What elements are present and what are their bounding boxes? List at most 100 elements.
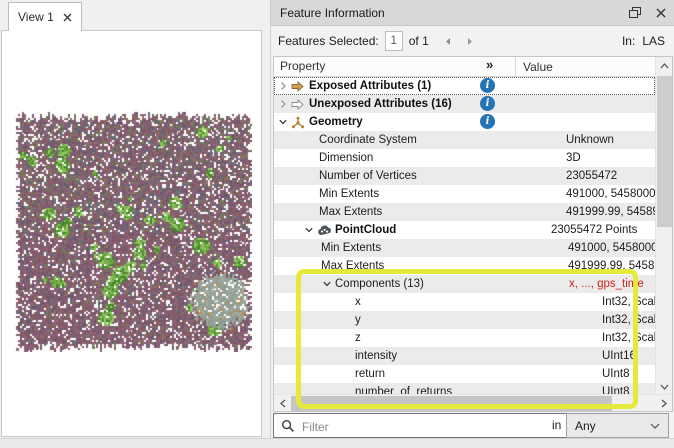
table-row[interactable]: return UInt8	[274, 365, 655, 383]
property-value: Unknown	[560, 131, 655, 149]
table-row[interactable]: Exposed Attributes (1) i	[274, 77, 655, 95]
table-row[interactable]: intensity UInt16	[274, 347, 655, 365]
property-column-header: Property	[280, 59, 325, 73]
property-value: Int32, Scale: 0.01	[596, 329, 655, 347]
feature-information-panel: Feature Information Features Selected: 1…	[270, 0, 674, 438]
table-row[interactable]: Max Extents491999.99, 5458999.99, 4	[274, 257, 655, 275]
horizontal-scrollbar[interactable]	[274, 394, 672, 411]
table-row[interactable]: Components (13)x, ..., gps_time	[274, 275, 655, 293]
scope-select[interactable]: Any	[566, 413, 669, 438]
float-panel-icon[interactable]	[629, 7, 641, 18]
previous-feature-icon[interactable]	[444, 37, 452, 46]
tab-close-icon[interactable]	[63, 13, 72, 22]
property-cell: Components (13)	[274, 275, 563, 293]
next-feature-icon[interactable]	[466, 37, 474, 46]
chevron-expanded-icon[interactable]	[322, 279, 335, 289]
table-row[interactable]: xInt32, Scale: 0.01	[274, 293, 655, 311]
filter-in-label: in	[552, 418, 561, 432]
property-label: z	[355, 332, 361, 344]
chevron-collapsed-icon[interactable]	[278, 81, 291, 91]
property-value: UInt8	[596, 365, 655, 383]
table-row[interactable]: Coordinate SystemUnknown	[274, 131, 655, 149]
table-row[interactable]: Min Extents 491000, 5458000, -13.24	[274, 239, 655, 257]
value-column-header: Value	[515, 57, 553, 76]
property-value: UInt16	[596, 347, 655, 365]
table-row[interactable]: Max Extents 491999.99, 5458999.99, 4	[274, 203, 655, 221]
property-cell: Max Extents	[274, 203, 560, 221]
vertical-scrollbar[interactable]	[655, 57, 672, 395]
view-pane: View 1	[0, 0, 264, 438]
chevron-expanded-icon[interactable]	[304, 225, 317, 235]
property-label: Max Extents	[319, 206, 382, 218]
property-table: Property » Value Exposed Attributes (1) i…	[273, 56, 673, 412]
scope-select-value: Any	[575, 419, 596, 433]
search-icon	[281, 419, 295, 436]
chevron-collapsed-icon[interactable]	[278, 99, 291, 109]
exposed-attributes-icon	[291, 81, 309, 92]
of-total-label: of 1	[409, 34, 429, 48]
chevron-down-icon	[650, 423, 660, 429]
property-cell: z	[274, 329, 596, 347]
property-label: Min Extents	[319, 188, 379, 200]
property-value: 23055472	[560, 167, 655, 185]
table-row[interactable]: Number of Vertices23055472	[274, 167, 655, 185]
tab-view-1[interactable]: View 1	[8, 2, 82, 31]
property-value	[519, 77, 655, 95]
info-icon[interactable]: i	[480, 114, 495, 129]
property-value: 491999.99, 5458999.99, 4	[560, 203, 655, 221]
property-cell: Unexposed Attributes (16) i	[274, 95, 519, 113]
property-value	[519, 95, 655, 113]
view-content[interactable]	[1, 30, 262, 437]
property-value	[519, 113, 655, 131]
property-label: Min Extents	[321, 242, 381, 254]
property-cell: Number of Vertices	[274, 167, 560, 185]
property-cell: Dimension	[274, 149, 560, 167]
property-label: Unexposed Attributes (16)	[309, 98, 452, 110]
property-value: 3D	[560, 149, 655, 167]
property-cell: intensity	[274, 347, 596, 365]
status-strip	[0, 438, 674, 448]
pointcloud-render[interactable]	[14, 110, 252, 352]
table-row[interactable]: Geometryi	[274, 113, 655, 131]
expand-columns-button[interactable]: »	[486, 57, 493, 72]
table-row[interactable]: Dimension 3D	[274, 149, 655, 167]
property-cell: Coordinate System	[274, 131, 560, 149]
table-row[interactable]: PointCloud23055472 Points	[274, 221, 655, 239]
scroll-right-icon[interactable]	[655, 395, 672, 412]
property-cell: PointCloud	[274, 221, 545, 239]
scroll-left-icon[interactable]	[274, 395, 291, 412]
filter-input[interactable]	[300, 415, 574, 438]
property-cell: Geometryi	[274, 113, 519, 131]
panel-title: Feature Information	[280, 6, 385, 20]
vertical-scroll-thumb[interactable]	[657, 76, 672, 227]
close-panel-icon[interactable]	[656, 8, 666, 18]
scroll-down-icon[interactable]	[656, 378, 673, 395]
property-label: Dimension	[319, 152, 373, 164]
property-label: x	[355, 296, 361, 308]
property-value: Int32, Scale: 0.01	[596, 311, 655, 329]
property-cell: y	[274, 311, 596, 329]
horizontal-scroll-thumb[interactable]	[291, 396, 612, 411]
property-value: 491000, 5458000, -13.24	[560, 185, 655, 203]
property-label: Components (13)	[335, 278, 424, 290]
property-rows: Exposed Attributes (1)iUnexposed Attribu…	[274, 77, 655, 395]
table-row[interactable]: Unexposed Attributes (16) i	[274, 95, 655, 113]
table-row[interactable]: z Int32, Scale: 0.01	[274, 329, 655, 347]
property-cell: return	[274, 365, 596, 383]
property-label: intensity	[355, 350, 397, 362]
info-icon[interactable]: i	[480, 78, 495, 93]
info-icon[interactable]: i	[480, 96, 495, 111]
property-value: 491000, 5458000, -13.24	[562, 239, 655, 257]
table-row[interactable]: yInt32, Scale: 0.01	[274, 311, 655, 329]
scroll-up-icon[interactable]	[656, 57, 673, 74]
tab-label: View 1	[18, 10, 54, 24]
unexposed-attributes-icon	[291, 99, 309, 110]
features-selected-label: Features Selected:	[278, 34, 379, 48]
property-label: Exposed Attributes (1)	[309, 80, 431, 92]
property-cell: Max Extents	[274, 257, 562, 275]
property-label: return	[355, 368, 385, 380]
feature-index-box[interactable]: 1	[385, 31, 403, 51]
table-row[interactable]: Min Extents 491000, 5458000, -13.24	[274, 185, 655, 203]
chevron-expanded-icon[interactable]	[278, 117, 291, 127]
app-window: View 1 Feature Information	[0, 0, 674, 448]
